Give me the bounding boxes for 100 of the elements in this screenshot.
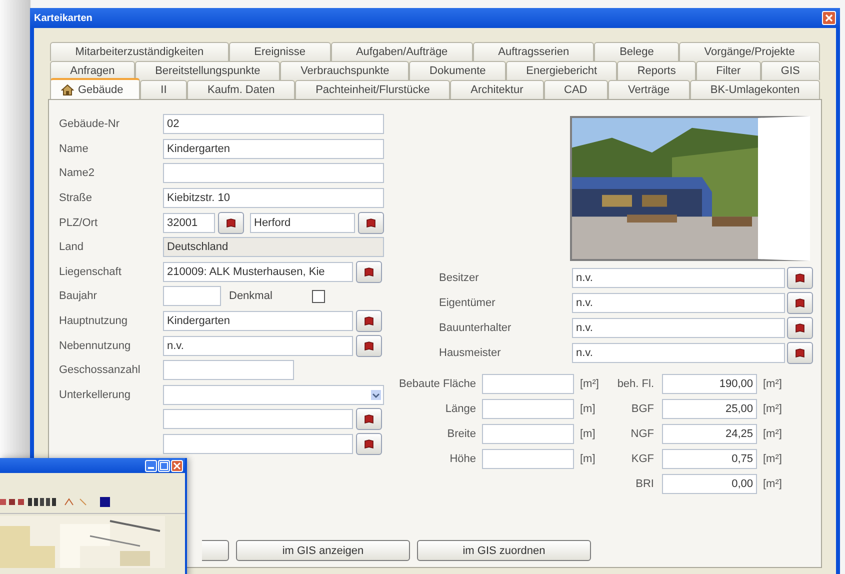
tab[interactable]: Gebäude [50, 78, 140, 99]
field-label: Name2 [59, 167, 96, 180]
book-icon [795, 322, 805, 333]
text-field[interactable] [482, 448, 574, 469]
field-label: NGF [630, 428, 655, 440]
field-label: Name [59, 142, 90, 155]
close-icon [825, 14, 833, 22]
tab[interactable]: Architektur [450, 80, 544, 99]
field-label: Höhe [448, 452, 477, 465]
checkbox-label: Denkmal [229, 290, 274, 302]
tab[interactable]: Energiebericht [506, 61, 618, 80]
tab[interactable]: Aufgaben/Aufträge [330, 42, 473, 61]
tab[interactable]: Pachteinheit/Flurstücke [295, 80, 450, 99]
field-label: Besitzer [439, 272, 480, 284]
field-label: Nebennutzung [59, 340, 132, 352]
number-field[interactable]: 25,00 [662, 398, 757, 419]
number-field[interactable]: 0,75 [662, 448, 757, 469]
unit-label: [m] [579, 452, 596, 465]
text-field[interactable] [482, 424, 574, 444]
lookup-button[interactable] [356, 260, 382, 283]
field-label: Geschossanzahl [59, 364, 142, 376]
lookup-button[interactable] [787, 316, 813, 339]
text-field[interactable]: Kindergarten [163, 138, 384, 159]
text-field[interactable] [163, 434, 353, 454]
book-icon [795, 298, 805, 308]
tab[interactable]: Verbrauchspunkte [280, 61, 410, 80]
text-field[interactable]: 02 [163, 114, 384, 134]
field-label: Land [59, 241, 84, 254]
tab[interactable]: Ereignisse [228, 42, 331, 61]
text-field[interactable]: 32001 [163, 212, 215, 233]
tab[interactable]: BK-Umlagekonten [690, 80, 820, 99]
text-field[interactable]: n.v. [572, 268, 785, 288]
lookup-button[interactable] [356, 433, 382, 456]
number-field[interactable]: 24,25 [662, 424, 757, 444]
text-field[interactable]: n.v. [572, 293, 785, 314]
book-icon [364, 414, 374, 424]
text-field[interactable]: Kindergarten [163, 311, 353, 332]
book-icon [795, 348, 805, 358]
close-icon [173, 462, 181, 470]
book-icon [366, 218, 376, 228]
lookup-button[interactable] [356, 310, 382, 332]
tab[interactable]: Auftragsserien [472, 42, 594, 61]
text-field[interactable]: Herford [250, 212, 355, 233]
field-label: Eigentümer [439, 297, 496, 310]
tab[interactable]: Reports [617, 61, 696, 80]
unit-label: [m²] [762, 478, 783, 490]
tab[interactable]: Belege [594, 42, 680, 61]
lookup-button[interactable] [356, 334, 382, 357]
text-field[interactable] [482, 374, 574, 394]
text-field[interactable] [163, 360, 294, 380]
lookup-button[interactable] [356, 408, 382, 430]
book-icon [795, 273, 805, 284]
lookup-button[interactable] [218, 212, 244, 234]
field-label: Unterkellerung [59, 388, 132, 401]
close-button[interactable] [822, 11, 836, 25]
lookup-button[interactable] [358, 212, 384, 234]
tab[interactable]: Vorgänge/Projekte [679, 42, 820, 61]
maximize-button[interactable] [158, 460, 170, 472]
field-label: Hausmeister [439, 346, 502, 359]
book-icon [364, 340, 374, 351]
tab[interactable]: Filter [696, 61, 761, 80]
field-label: beh. Fl. [616, 378, 655, 390]
checkbox[interactable] [312, 290, 325, 303]
tab[interactable]: Bereitstellungspunkte [134, 61, 280, 80]
text-field[interactable] [163, 163, 384, 184]
field-label: Bebaute Fläche [398, 378, 477, 390]
book-icon [226, 218, 236, 228]
minimize-button[interactable] [145, 460, 157, 472]
tab[interactable]: Mitarbeiterzuständigkeiten [50, 42, 229, 61]
text-field[interactable] [482, 398, 574, 419]
action-button[interactable]: im GIS anzeigen [236, 540, 410, 561]
unit-label: [m] [579, 402, 596, 415]
text-field[interactable]: 210009: ALK Musterhausen, Kie [163, 262, 353, 282]
field-label: Breite [446, 428, 477, 440]
number-field[interactable]: 190,00 [662, 374, 757, 394]
text-field[interactable] [163, 409, 353, 430]
text-field[interactable]: n.v. [163, 336, 353, 356]
text-field[interactable]: n.v. [572, 318, 785, 338]
action-button[interactable] [202, 540, 229, 561]
text-field[interactable]: Kiebitzstr. 10 [163, 188, 384, 208]
window-title: Karteikarten [34, 12, 92, 24]
lookup-button[interactable] [787, 267, 813, 290]
tab[interactable]: Anfragen [50, 61, 135, 80]
tab[interactable]: Kaufm. Daten [187, 80, 296, 99]
tab[interactable]: Dokumente [409, 61, 506, 80]
close-button[interactable] [171, 460, 183, 472]
tab[interactable]: Verträge [608, 80, 690, 99]
lookup-button[interactable] [787, 292, 813, 314]
text-field[interactable]: n.v. [572, 342, 785, 363]
text-field[interactable] [163, 286, 221, 306]
tab[interactable]: GIS [760, 61, 820, 80]
unit-label: [m²] [762, 428, 783, 440]
unit-label: [m²] [762, 452, 783, 465]
unit-label: [m²] [762, 378, 783, 390]
action-button[interactable]: im GIS zuordnen [417, 540, 591, 561]
number-field[interactable]: 0,00 [662, 474, 757, 494]
lookup-button[interactable] [787, 342, 813, 364]
tab[interactable]: II [140, 80, 188, 99]
tab[interactable]: CAD [544, 80, 608, 99]
unit-label: [m²] [762, 402, 783, 415]
